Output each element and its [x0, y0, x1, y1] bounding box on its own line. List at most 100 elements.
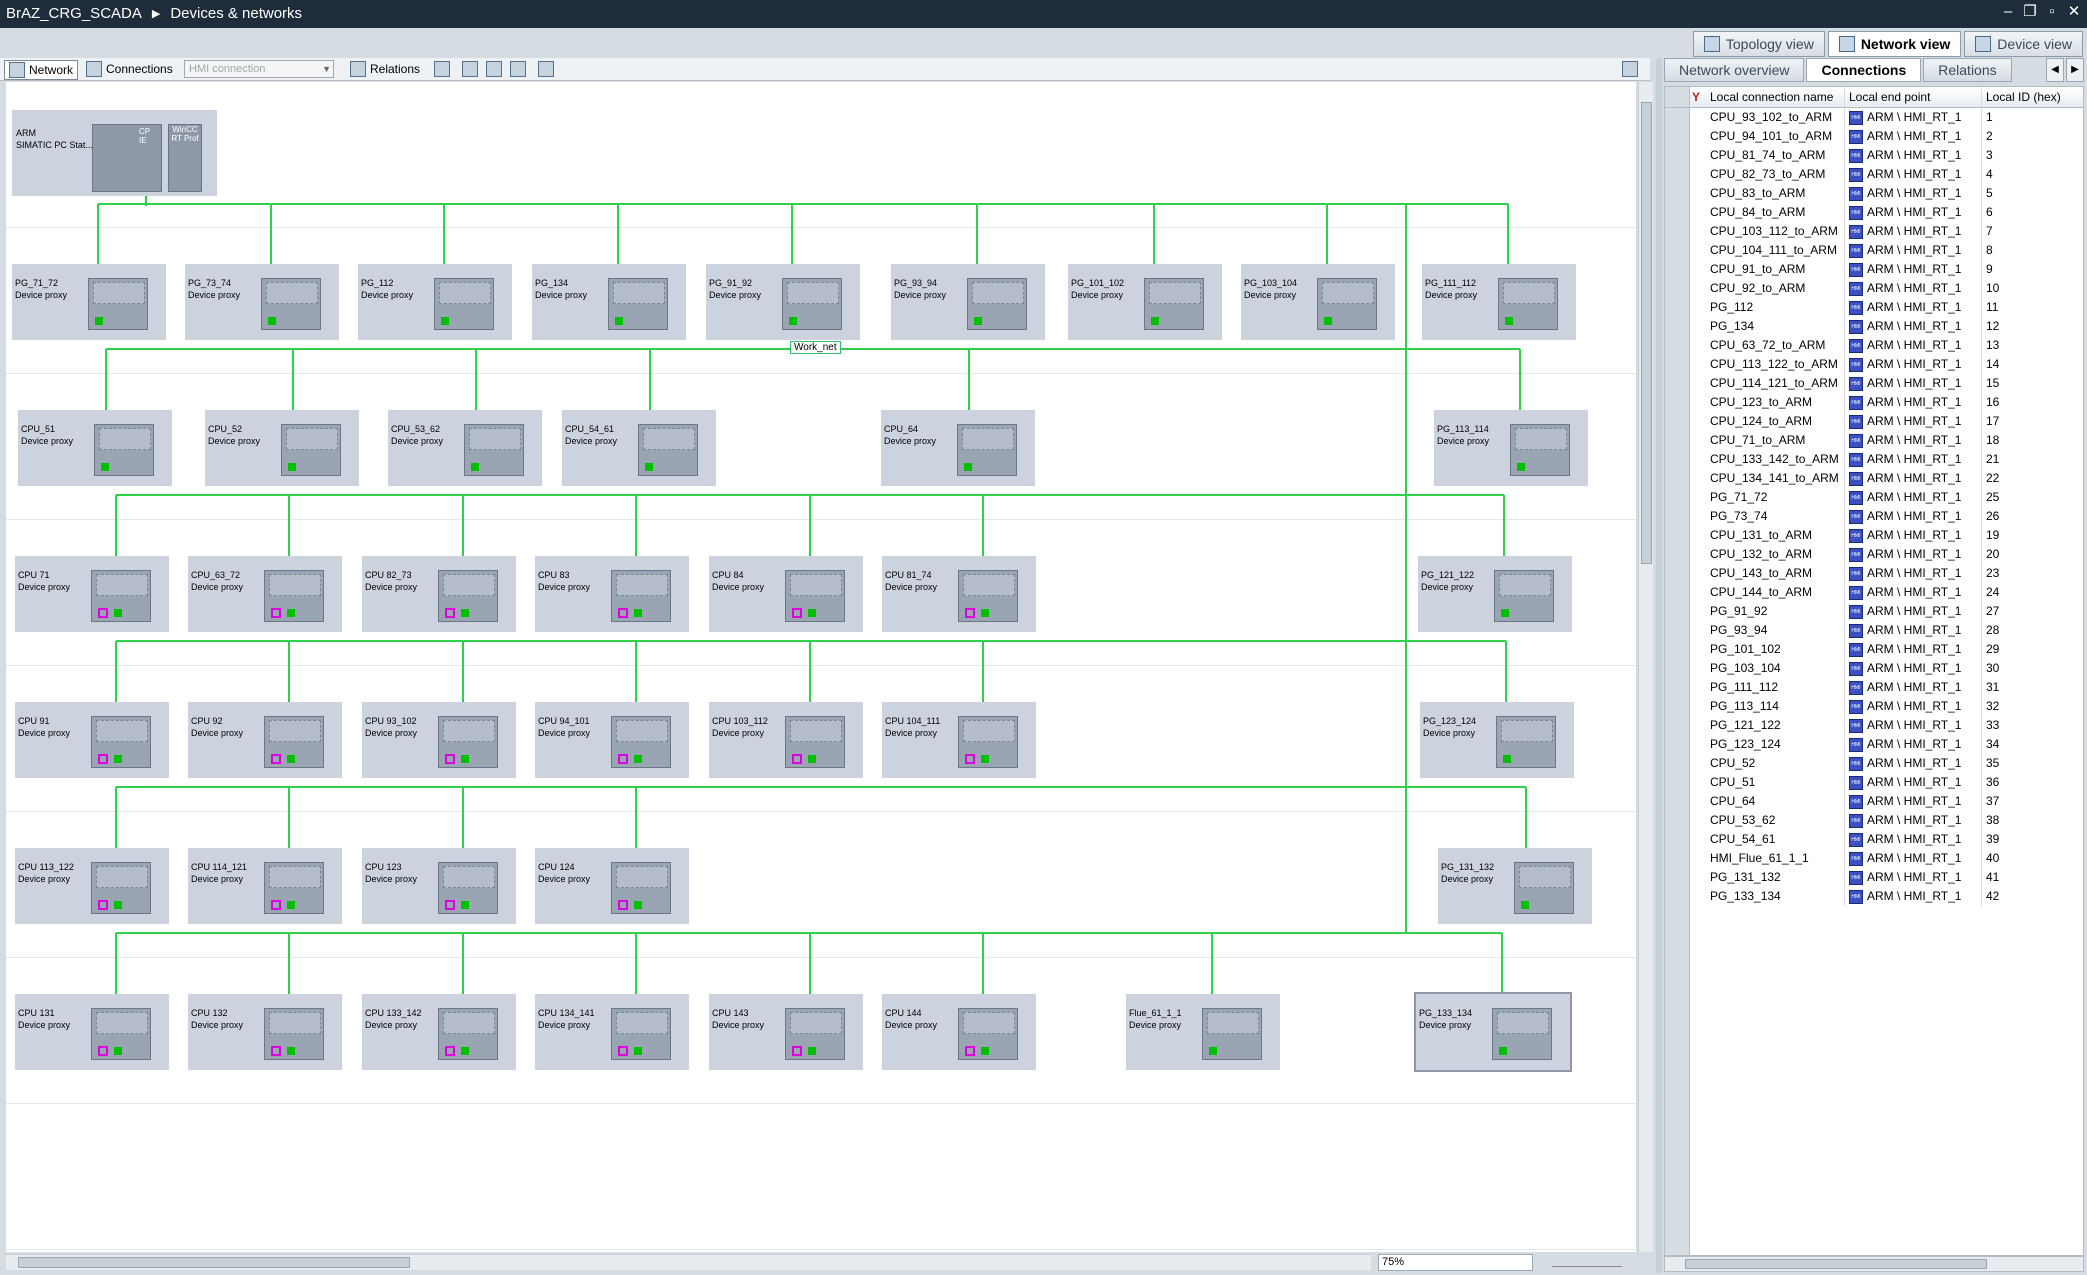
cell-local-id[interactable]: 10	[1982, 279, 2083, 298]
table-row[interactable]: CPU_84_to_ARM HMI ARM \ HMI_RT_1 6	[1665, 203, 2083, 222]
cell-local-id[interactable]: 14	[1982, 355, 2083, 374]
cell-connection-name[interactable]: CPU_71_to_ARM	[1690, 431, 1845, 450]
cell-end-point[interactable]: HMI ARM \ HMI_RT_1	[1845, 583, 1982, 602]
cell-end-point[interactable]: HMI ARM \ HMI_RT_1	[1845, 488, 1982, 507]
cell-local-id[interactable]: 1	[1982, 108, 2083, 127]
cell-end-point[interactable]: HMI ARM \ HMI_RT_1	[1845, 602, 1982, 621]
relations-button[interactable]: Relations	[350, 60, 420, 78]
cell-local-id[interactable]: 23	[1982, 564, 2083, 583]
canvas-horizontal-scrollbar[interactable]	[6, 1254, 1371, 1270]
cell-connection-name[interactable]: CPU_132_to_ARM	[1690, 545, 1845, 564]
cell-end-point[interactable]: HMI ARM \ HMI_RT_1	[1845, 716, 1982, 735]
cell-connection-name[interactable]: CPU_54_61	[1690, 830, 1845, 849]
cell-connection-name[interactable]: CPU_144_to_ARM	[1690, 583, 1845, 602]
overview-toggle-button[interactable]	[1622, 60, 1638, 78]
table-row[interactable]: CPU_104_111_to_ARM HMI ARM \ HMI_RT_1 8	[1665, 241, 2083, 260]
table-row[interactable]: CPU_123_to_ARM HMI ARM \ HMI_RT_1 16	[1665, 393, 2083, 412]
cell-local-id[interactable]: 21	[1982, 450, 2083, 469]
table-row[interactable]: PG_73_74 HMI ARM \ HMI_RT_1 26	[1665, 507, 2083, 526]
cell-end-point[interactable]: HMI ARM \ HMI_RT_1	[1845, 849, 1982, 868]
table-row[interactable]: CPU_63_72_to_ARM HMI ARM \ HMI_RT_1 13	[1665, 336, 2083, 355]
cell-end-point[interactable]: HMI ARM \ HMI_RT_1	[1845, 355, 1982, 374]
scroll-thumb[interactable]	[18, 1257, 410, 1268]
table-row[interactable]: CPU_91_to_ARM HMI ARM \ HMI_RT_1 9	[1665, 260, 2083, 279]
table-row[interactable]: CPU_144_to_ARM HMI ARM \ HMI_RT_1 24	[1665, 583, 2083, 602]
subnet-label[interactable]: Work_net	[790, 341, 841, 354]
cell-end-point[interactable]: HMI ARM \ HMI_RT_1	[1845, 868, 1982, 887]
cell-local-id[interactable]: 39	[1982, 830, 2083, 849]
cell-local-id[interactable]: 35	[1982, 754, 2083, 773]
table-row[interactable]: CPU_124_to_ARM HMI ARM \ HMI_RT_1 17	[1665, 412, 2083, 431]
table-row[interactable]: CPU_103_112_to_ARM HMI ARM \ HMI_RT_1 7	[1665, 222, 2083, 241]
filter-icon[interactable]: Y	[1692, 90, 1704, 104]
cell-local-id[interactable]: 7	[1982, 222, 2083, 241]
device-proxy[interactable]: CPU 71 Device proxy	[15, 556, 169, 632]
device-proxy[interactable]: CPU 81_74 Device proxy	[882, 556, 1036, 632]
table-row[interactable]: CPU_64 HMI ARM \ HMI_RT_1 37	[1665, 792, 2083, 811]
cell-local-id[interactable]: 32	[1982, 697, 2083, 716]
cell-end-point[interactable]: HMI ARM \ HMI_RT_1	[1845, 127, 1982, 146]
device-proxy[interactable]: CPU_52 Device proxy	[205, 410, 359, 486]
cell-connection-name[interactable]: CPU_114_121_to_ARM	[1690, 374, 1845, 393]
table-row[interactable]: CPU_51 HMI ARM \ HMI_RT_1 36	[1665, 773, 2083, 792]
cell-local-id[interactable]: 34	[1982, 735, 2083, 754]
cell-end-point[interactable]: HMI ARM \ HMI_RT_1	[1845, 165, 1982, 184]
table-row[interactable]: CPU_113_122_to_ARM HMI ARM \ HMI_RT_1 14	[1665, 355, 2083, 374]
cell-local-id[interactable]: 12	[1982, 317, 2083, 336]
cell-local-id[interactable]: 27	[1982, 602, 2083, 621]
cell-connection-name[interactable]: CPU_134_141_to_ARM	[1690, 469, 1845, 488]
table-button[interactable]	[486, 60, 502, 78]
cell-connection-name[interactable]: PG_71_72	[1690, 488, 1845, 507]
cell-local-id[interactable]: 2	[1982, 127, 2083, 146]
cell-local-id[interactable]: 11	[1982, 298, 2083, 317]
column-header[interactable]: Y Local connection name	[1690, 87, 1845, 107]
tab-connections[interactable]: Connections	[1806, 58, 1922, 82]
table-row[interactable]: CPU_93_102_to_ARM HMI ARM \ HMI_RT_1 1	[1665, 108, 2083, 127]
device-proxy[interactable]: PG_73_74 Device proxy	[185, 264, 339, 340]
cell-connection-name[interactable]: PG_121_122	[1690, 716, 1845, 735]
split-view-button[interactable]	[510, 60, 526, 78]
cell-end-point[interactable]: HMI ARM \ HMI_RT_1	[1845, 412, 1982, 431]
cell-end-point[interactable]: HMI ARM \ HMI_RT_1	[1845, 545, 1982, 564]
cell-connection-name[interactable]: CPU_82_73_to_ARM	[1690, 165, 1845, 184]
project-name[interactable]: BrAZ_CRG_SCADA	[6, 5, 142, 22]
table-row[interactable]: PG_121_122 HMI ARM \ HMI_RT_1 33	[1665, 716, 2083, 735]
cell-local-id[interactable]: 6	[1982, 203, 2083, 222]
cell-end-point[interactable]: HMI ARM \ HMI_RT_1	[1845, 374, 1982, 393]
table-row[interactable]: CPU_82_73_to_ARM HMI ARM \ HMI_RT_1 4	[1665, 165, 2083, 184]
table-row[interactable]: PG_111_112 HMI ARM \ HMI_RT_1 31	[1665, 678, 2083, 697]
device-proxy[interactable]: CPU 124 Device proxy	[535, 848, 689, 924]
cell-local-id[interactable]: 3	[1982, 146, 2083, 165]
cell-connection-name[interactable]: CPU_93_102_to_ARM	[1690, 108, 1845, 127]
cell-connection-name[interactable]: PG_134	[1690, 317, 1845, 336]
cell-connection-name[interactable]: PG_133_134	[1690, 887, 1845, 906]
column-header[interactable]: Local end point	[1845, 87, 1982, 107]
restore-icon[interactable]: ❐	[2021, 3, 2039, 21]
cell-local-id[interactable]: 13	[1982, 336, 2083, 355]
device-proxy[interactable]: PG_101_102 Device proxy	[1068, 264, 1222, 340]
table-row[interactable]: CPU_133_142_to_ARM HMI ARM \ HMI_RT_1 21	[1665, 450, 2083, 469]
cell-local-id[interactable]: 20	[1982, 545, 2083, 564]
device-proxy[interactable]: PG_112 Device proxy	[358, 264, 512, 340]
cell-end-point[interactable]: HMI ARM \ HMI_RT_1	[1845, 298, 1982, 317]
cell-connection-name[interactable]: CPU_104_111_to_ARM	[1690, 241, 1845, 260]
table-row[interactable]: CPU_81_74_to_ARM HMI ARM \ HMI_RT_1 3	[1665, 146, 2083, 165]
device-proxy[interactable]: CPU 113_122 Device proxy	[15, 848, 169, 924]
cell-end-point[interactable]: HMI ARM \ HMI_RT_1	[1845, 279, 1982, 298]
table-row[interactable]: CPU_131_to_ARM HMI ARM \ HMI_RT_1 19	[1665, 526, 2083, 545]
table-row[interactable]: CPU_83_to_ARM HMI ARM \ HMI_RT_1 5	[1665, 184, 2083, 203]
cell-end-point[interactable]: HMI ARM \ HMI_RT_1	[1845, 773, 1982, 792]
cell-end-point[interactable]: HMI ARM \ HMI_RT_1	[1845, 108, 1982, 127]
scroll-thumb[interactable]	[1641, 102, 1652, 564]
table-row[interactable]: PG_103_104 HMI ARM \ HMI_RT_1 30	[1665, 659, 2083, 678]
tab-network-view[interactable]: Network view	[1827, 31, 1962, 57]
cell-connection-name[interactable]: CPU_81_74_to_ARM	[1690, 146, 1845, 165]
device-proxy[interactable]: CPU 84 Device proxy	[709, 556, 863, 632]
panel-splitter[interactable]	[1656, 58, 1662, 1273]
cell-local-id[interactable]: 31	[1982, 678, 2083, 697]
cell-end-point[interactable]: HMI ARM \ HMI_RT_1	[1845, 640, 1982, 659]
cell-end-point[interactable]: HMI ARM \ HMI_RT_1	[1845, 659, 1982, 678]
cell-local-id[interactable]: 41	[1982, 868, 2083, 887]
zoom-select[interactable]: 75%	[1378, 1254, 1533, 1271]
table-row[interactable]: CPU_94_101_to_ARM HMI ARM \ HMI_RT_1 2	[1665, 127, 2083, 146]
